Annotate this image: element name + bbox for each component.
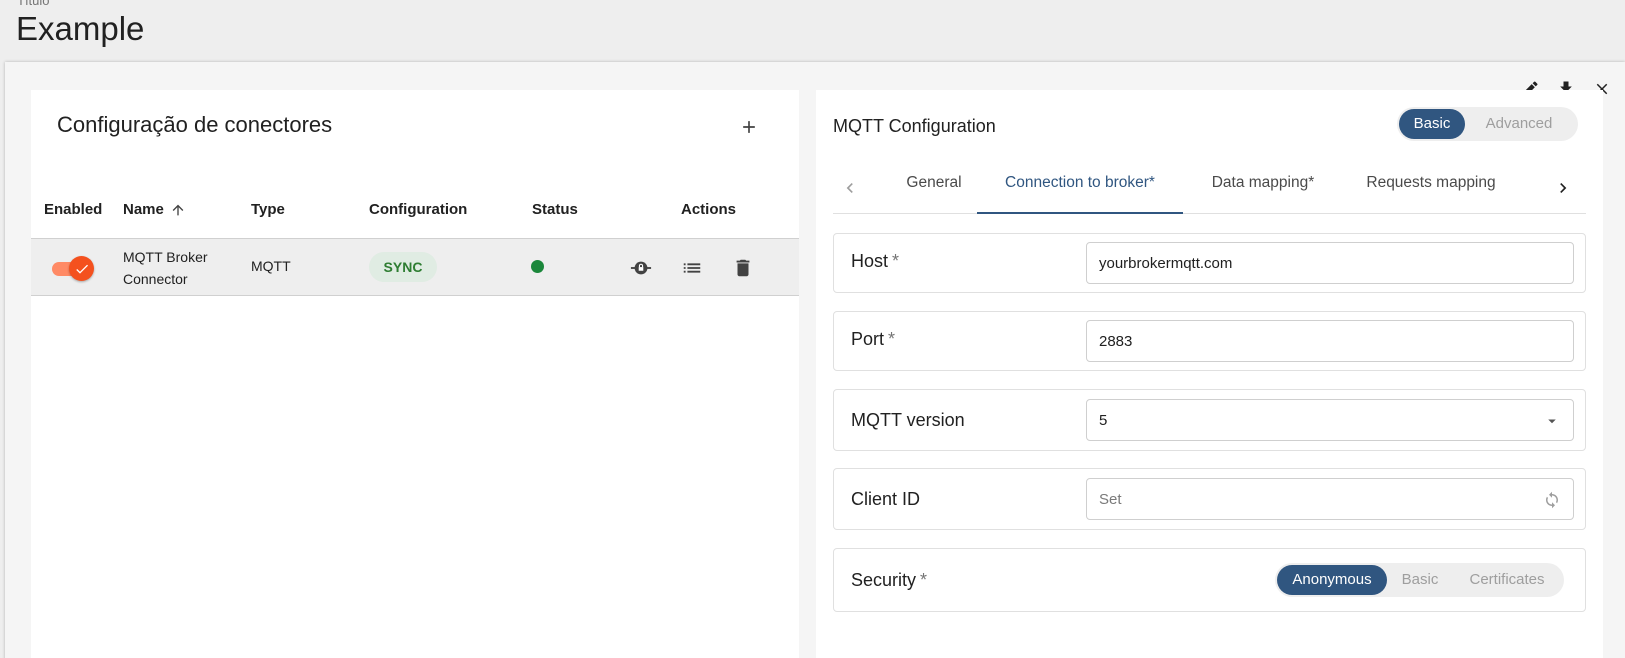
chevron-left-icon <box>846 183 853 193</box>
connectors-title: Configuração de conectores <box>57 112 333 137</box>
enabled-toggle[interactable] <box>52 256 94 281</box>
connectors-panel: Configuração de conectores Enabled Name … <box>31 90 799 658</box>
host-field-row: Host * yourbrokermqtt.com <box>833 233 1586 293</box>
client-id-label: Client ID <box>851 489 921 509</box>
column-type: Type <box>251 201 285 218</box>
column-enabled: Enabled <box>44 201 103 218</box>
port-input[interactable]: 2883 <box>1086 320 1574 362</box>
arrow-up-icon <box>172 204 184 216</box>
connector-name: MQTT Broker Connector <box>123 249 208 287</box>
list-icon <box>683 263 701 273</box>
column-name-label: Name <box>123 201 164 218</box>
security-field-row: Security * Anonymous Basic Certificates <box>833 548 1586 612</box>
rpc-lock-icon <box>630 261 652 275</box>
security-toggle: Anonymous Basic Certificates <box>1275 563 1564 597</box>
mqtt-version-value: 5 <box>1099 411 1108 429</box>
tabs-scroll-right[interactable] <box>1551 176 1575 200</box>
client-id-field-row: Client ID Set <box>833 468 1586 530</box>
client-id-input[interactable]: Set <box>1086 478 1574 520</box>
plus-icon <box>743 121 755 133</box>
connector-type: MQTT <box>251 258 291 274</box>
check-icon <box>75 264 88 274</box>
mqtt-version-field-row: MQTT version 5 <box>833 389 1586 451</box>
client-id-placeholder: Set <box>1099 490 1122 508</box>
security-label: Security * <box>851 570 927 591</box>
tab-general[interactable]: General <box>879 162 989 214</box>
port-required-mark: * <box>888 329 896 349</box>
table-row[interactable]: MQTT Broker Connector MQTT SYNC <box>31 238 799 296</box>
mqtt-configuration-panel: MQTT Configuration Basic Advanced Genera… <box>816 90 1603 658</box>
security-label-text: Security <box>851 570 917 590</box>
host-value: yourbrokermqtt.com <box>1099 254 1233 272</box>
add-connector-button[interactable] <box>734 112 764 142</box>
page-header: Título Example <box>0 0 1625 62</box>
column-configuration: Configuration <box>369 201 468 218</box>
delete-button[interactable] <box>730 255 756 281</box>
delete-icon <box>736 259 750 277</box>
mode-toggle: Basic Advanced <box>1397 107 1578 141</box>
security-basic-button[interactable]: Basic <box>1387 565 1453 595</box>
host-label: Host * <box>851 251 899 272</box>
rpc-button[interactable] <box>628 255 654 281</box>
configuration-title: MQTT Configuration <box>833 116 996 136</box>
dropdown-arrow-icon <box>1541 410 1563 432</box>
mode-advanced-button[interactable]: Advanced <box>1465 109 1573 139</box>
column-status: Status <box>532 201 578 218</box>
page-subtitle: Título <box>17 0 50 8</box>
port-label: Port * <box>851 329 895 350</box>
tabs-scroll-left[interactable] <box>838 176 862 200</box>
tab-connection-to-broker[interactable]: Connection to broker* <box>977 162 1183 214</box>
regenerate-icon[interactable] <box>1541 489 1563 511</box>
tab-requests-mapping[interactable]: Requests mapping <box>1343 162 1519 214</box>
logs-button[interactable] <box>679 255 705 281</box>
tab-data-mapping[interactable]: Data mapping* <box>1183 162 1343 214</box>
port-value: 2883 <box>1099 332 1133 350</box>
mqtt-version-label: MQTT version <box>851 410 965 430</box>
host-label-text: Host <box>851 251 889 271</box>
chevron-right-icon <box>1560 183 1567 193</box>
port-label-text: Port <box>851 329 885 349</box>
configuration-badge: SYNC <box>369 252 437 282</box>
security-certificates-button[interactable]: Certificates <box>1453 565 1561 595</box>
mode-basic-button[interactable]: Basic <box>1399 109 1465 139</box>
status-indicator <box>531 260 544 273</box>
configuration-tabs: General Connection to broker* Data mappi… <box>833 162 1586 214</box>
security-anonymous-button[interactable]: Anonymous <box>1277 565 1387 595</box>
column-actions: Actions <box>681 201 737 218</box>
mqtt-version-select[interactable]: 5 <box>1086 399 1574 441</box>
host-input[interactable]: yourbrokermqtt.com <box>1086 242 1574 284</box>
security-required-mark: * <box>920 570 928 590</box>
port-field-row: Port * 2883 <box>833 311 1586 371</box>
page-title: Example <box>16 10 145 47</box>
table-header: Enabled Name Type Configuration Status A… <box>31 190 799 230</box>
toggle-thumb <box>69 256 94 281</box>
host-required-mark: * <box>892 251 900 271</box>
column-name[interactable]: Name <box>123 190 186 230</box>
